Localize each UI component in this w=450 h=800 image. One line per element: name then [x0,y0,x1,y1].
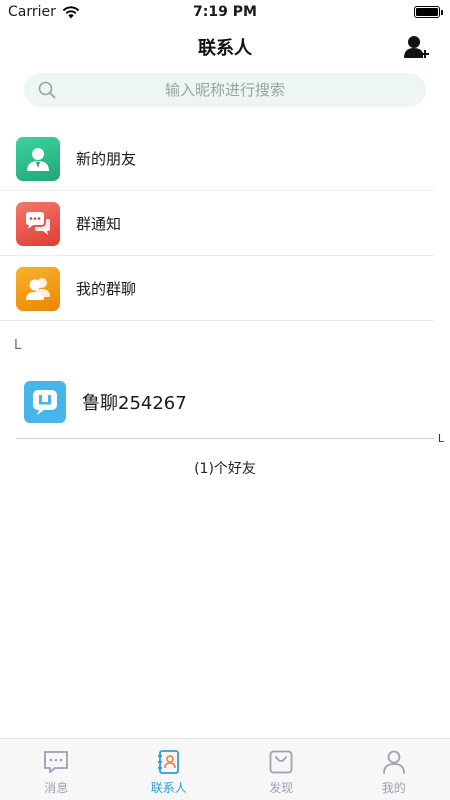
avatar [24,381,66,423]
menu-item-label: 群通知 [76,215,122,233]
menu-item-my-groups[interactable]: 我的群聊 [0,256,450,321]
menu-item-label: 新的朋友 [76,150,137,168]
index-letter[interactable]: L [438,432,444,445]
message-icon [44,751,69,773]
group-chat-icon [16,266,60,311]
tab-label: 我的 [381,781,406,795]
tab-label: 联系人 [150,781,187,795]
search-box [24,73,426,107]
contact-name: 鲁聊254267 [82,393,187,414]
tab-messages[interactable]: 消息 [0,739,113,800]
friend-count: (1)个好友 [194,461,256,477]
menu-item-new-friends[interactable]: 新的朋友 [0,126,450,191]
tab-contacts[interactable]: 联系人 [113,739,226,800]
profile-icon [382,750,405,774]
menu-item-group-notice[interactable]: 群通知 [0,191,450,256]
discover-icon [269,750,293,774]
carrier-label: Carrier [8,4,56,20]
divider [16,438,434,439]
tab-discover[interactable]: 发现 [225,739,338,800]
search-icon [38,81,56,99]
contacts-icon [157,750,179,774]
tab-label: 发现 [269,781,294,795]
menu-item-label: 我的群聊 [76,280,137,298]
search-input[interactable] [24,73,426,107]
battery-icon [414,6,443,18]
nav-bar: 联系人 [0,24,450,70]
section-header: L [14,338,22,353]
tab-bar: 消息 联系人 发现 我的 [0,738,450,800]
wifi-icon [62,5,80,18]
status-bar: Carrier 7:19 PM [0,0,450,24]
status-left: Carrier [8,4,80,20]
add-friend-button[interactable] [402,33,430,61]
add-user-icon [404,36,429,58]
contacts-menu: 新的朋友 群通知 我的群聊 [0,126,450,321]
contact-row[interactable]: 鲁聊254267 [0,370,450,434]
page-title: 联系人 [198,38,252,59]
group-notice-icon [16,201,60,246]
new-friend-icon [16,136,60,181]
tab-label: 消息 [44,781,69,795]
tab-profile[interactable]: 我的 [338,739,450,800]
